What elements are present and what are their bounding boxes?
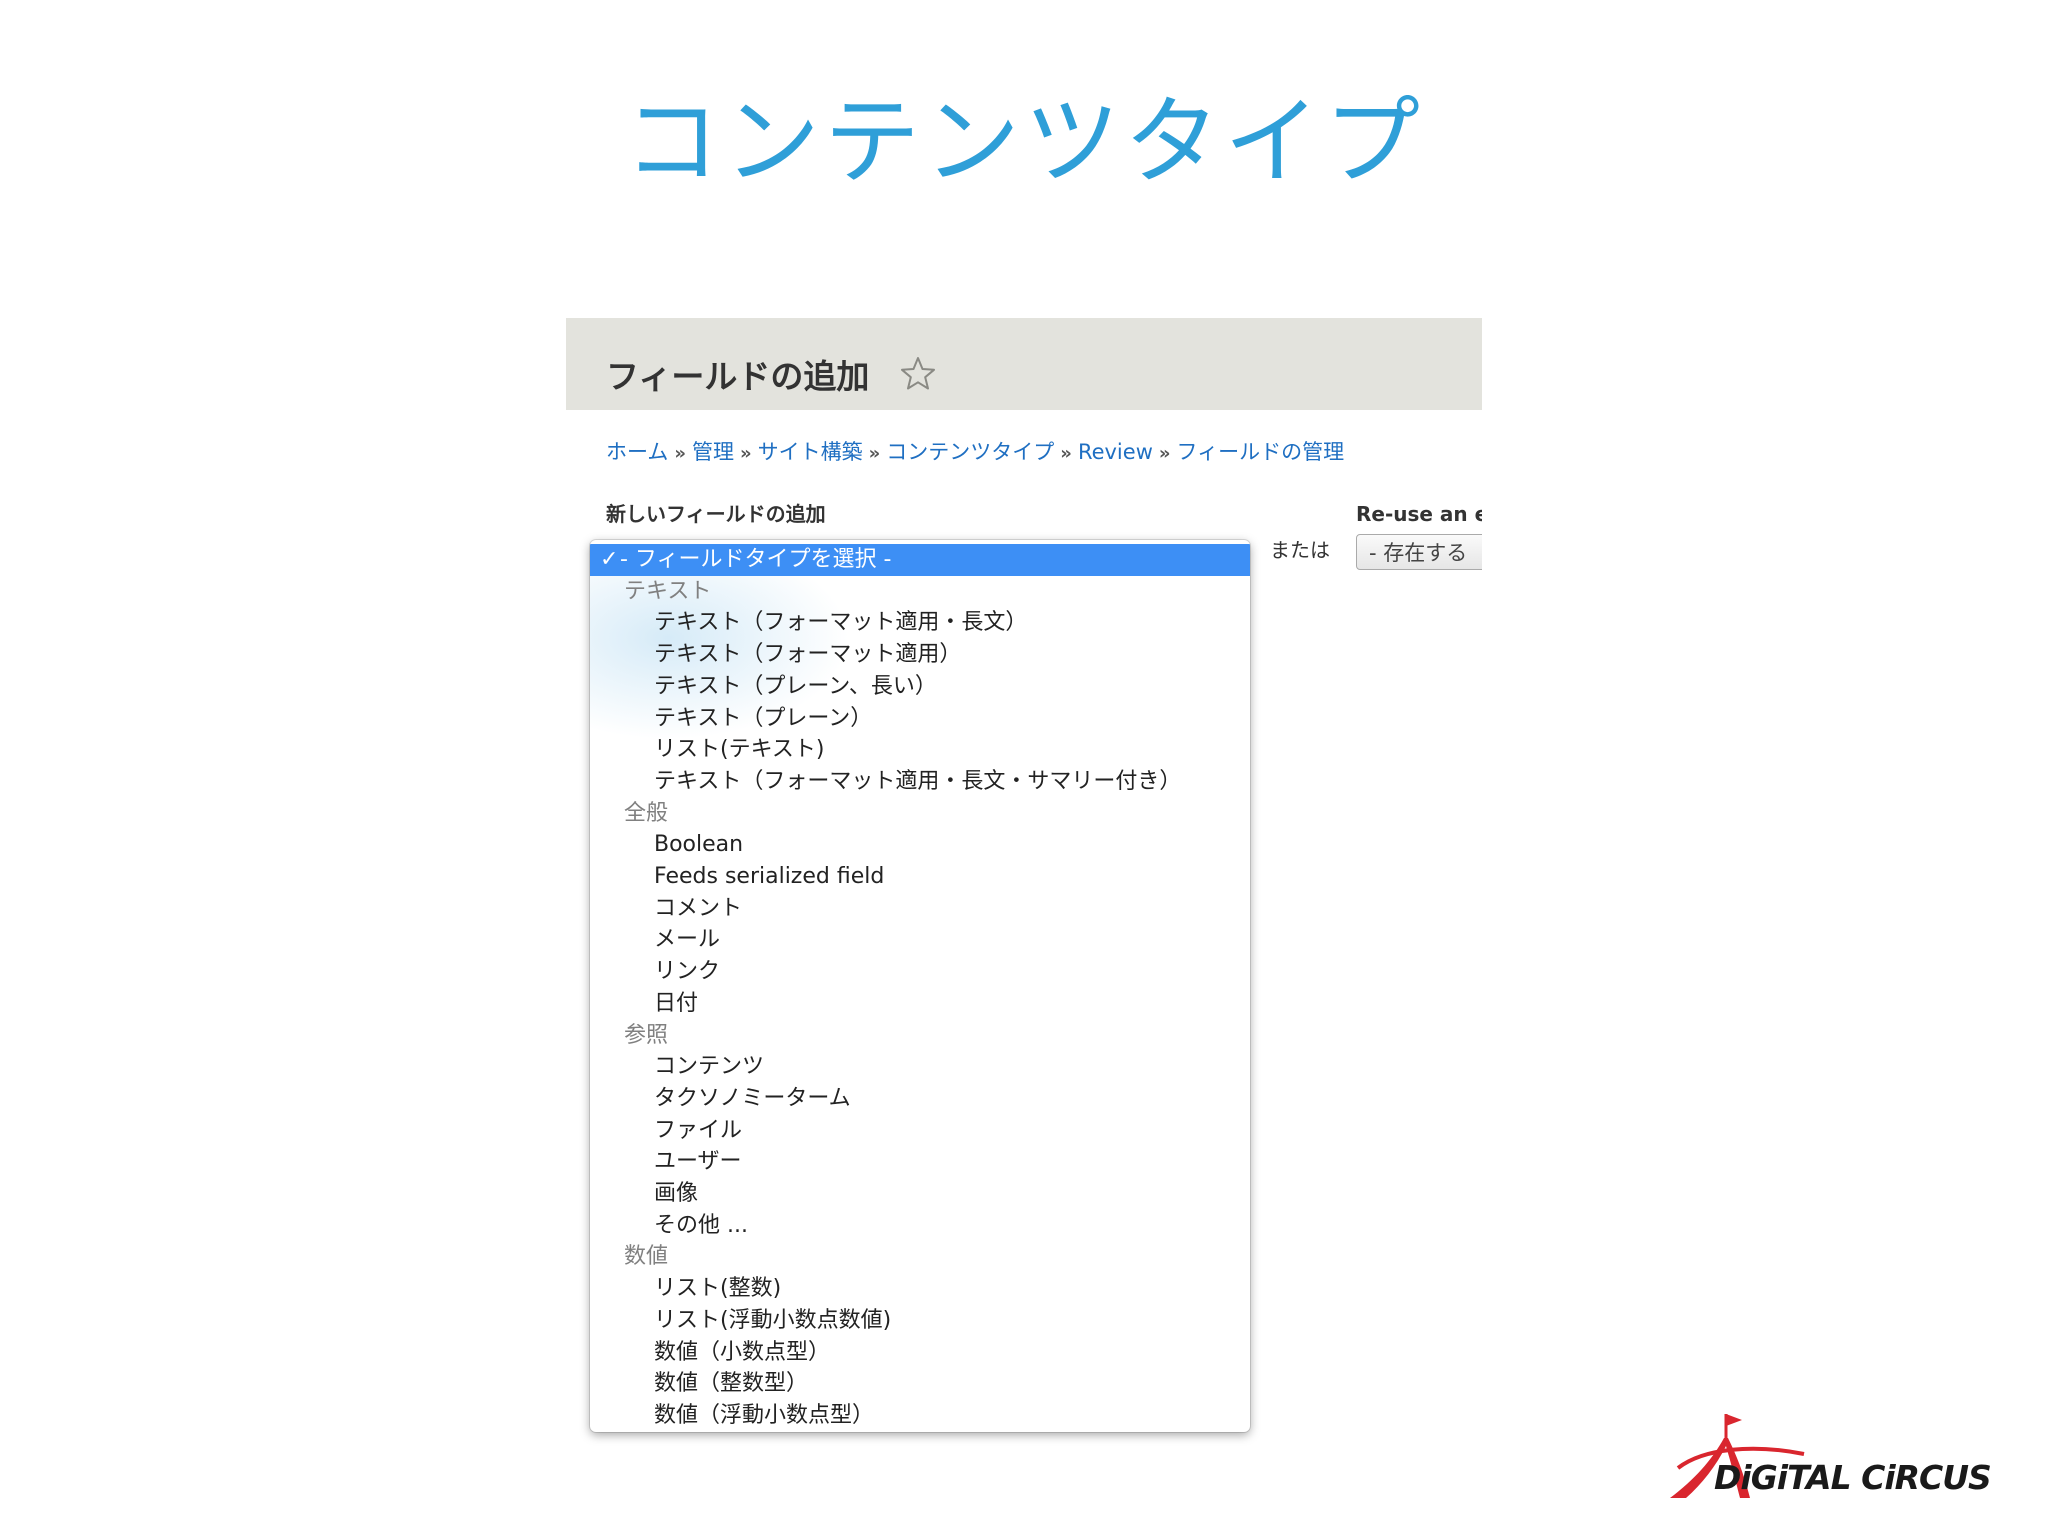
dropdown-option[interactable]: リスト(浮動小数点数値) — [590, 1305, 1250, 1337]
breadcrumb-link[interactable]: ホーム — [606, 440, 668, 464]
dropdown-option[interactable]: テキスト（プレーン） — [590, 703, 1250, 735]
dropdown-option[interactable]: メール — [590, 924, 1250, 956]
digital-circus-logo: DiGiTAL CiRCUS — [1664, 1408, 2012, 1504]
dropdown-option[interactable]: 数値（小数点型） — [590, 1337, 1250, 1369]
dropdown-option-selected[interactable]: ✓- フィールドタイプを選択 - — [590, 544, 1250, 576]
dropdown-option[interactable]: コメント — [590, 893, 1250, 925]
dropdown-option[interactable]: リスト(整数) — [590, 1273, 1250, 1305]
checkmark-icon: ✓ — [600, 547, 619, 572]
breadcrumb-separator: » — [1060, 443, 1072, 464]
page-title: フィールドの追加 — [606, 357, 870, 396]
logo-text: DiGiTAL CiRCUS — [1714, 1458, 1992, 1497]
dropdown-group-label: 参照 — [624, 1022, 669, 1048]
dropdown-option[interactable]: 画像 — [590, 1178, 1250, 1210]
dropdown-option[interactable]: Boolean — [590, 829, 1250, 861]
field-type-dropdown[interactable]: ✓- フィールドタイプを選択 - テキスト テキスト（フォーマット適用・長文） テキス… — [590, 540, 1250, 1432]
breadcrumb-link[interactable]: サイト構築 — [758, 440, 863, 464]
dropdown-option[interactable]: 数値（浮動小数点型） — [590, 1400, 1250, 1432]
dropdown-option-label: - フィールドタイプを選択 - — [620, 547, 892, 572]
dropdown-option[interactable]: 数値（整数型） — [590, 1368, 1250, 1400]
dropdown-option[interactable]: ユーザー — [590, 1146, 1250, 1178]
dropdown-option[interactable]: タクソノミーターム — [590, 1083, 1250, 1115]
dropdown-option[interactable]: その他 ... — [590, 1210, 1250, 1242]
dropdown-group-label: テキスト — [624, 578, 712, 604]
dropdown-option[interactable]: テキスト（フォーマット適用・長文・サマリー付き） — [590, 766, 1250, 798]
breadcrumb-separator: » — [1158, 443, 1171, 464]
slide-title: コンテンツタイプ — [624, 86, 1424, 198]
dropdown-option[interactable]: テキスト（フォーマット適用） — [590, 639, 1250, 671]
breadcrumb-link[interactable]: フィールドの管理 — [1177, 440, 1345, 464]
reuse-field-label: Re-use an e — [1356, 502, 1482, 526]
dropdown-group-label: 数値 — [624, 1244, 669, 1270]
dropdown-option[interactable]: リンク — [590, 956, 1250, 988]
breadcrumb-separator: » — [868, 443, 881, 464]
slide: コンテンツタイプ フィールドの追加 ホーム» 管理» サイト構築» コンテンツタイプ»… — [0, 0, 2048, 1536]
reuse-field-select[interactable]: - 存在する — [1356, 534, 1482, 570]
dropdown-option[interactable]: Feeds serialized field — [590, 861, 1250, 893]
breadcrumb-link[interactable]: 管理 — [692, 440, 734, 464]
or-label: または — [1270, 538, 1330, 562]
dropdown-option[interactable]: リスト(テキスト) — [590, 734, 1250, 766]
dropdown-group-label: 全般 — [624, 800, 669, 826]
breadcrumb-separator: » — [674, 443, 687, 464]
drupal-screenshot: フィールドの追加 ホーム» 管理» サイト構築» コンテンツタイプ» Review» フィ… — [566, 318, 1482, 1448]
dropdown-option[interactable]: テキスト（プレーン、長い） — [590, 671, 1250, 703]
breadcrumb-separator: » — [740, 443, 752, 464]
dropdown-option[interactable]: ファイル — [590, 1115, 1250, 1147]
breadcrumb-link[interactable]: コンテンツタイプ — [886, 440, 1054, 464]
star-outline-icon[interactable] — [898, 354, 938, 394]
new-field-label: 新しいフィールドの追加 — [606, 502, 826, 526]
dropdown-option[interactable]: コンテンツ — [590, 1051, 1250, 1083]
dropdown-option[interactable]: テキスト（フォーマット適用・長文） — [590, 607, 1250, 639]
breadcrumb: ホーム» 管理» サイト構築» コンテンツタイプ» Review» フィールドの管理 — [606, 438, 1344, 468]
breadcrumb-link[interactable]: Review — [1078, 440, 1153, 464]
dropdown-option[interactable]: 日付 — [590, 988, 1250, 1020]
